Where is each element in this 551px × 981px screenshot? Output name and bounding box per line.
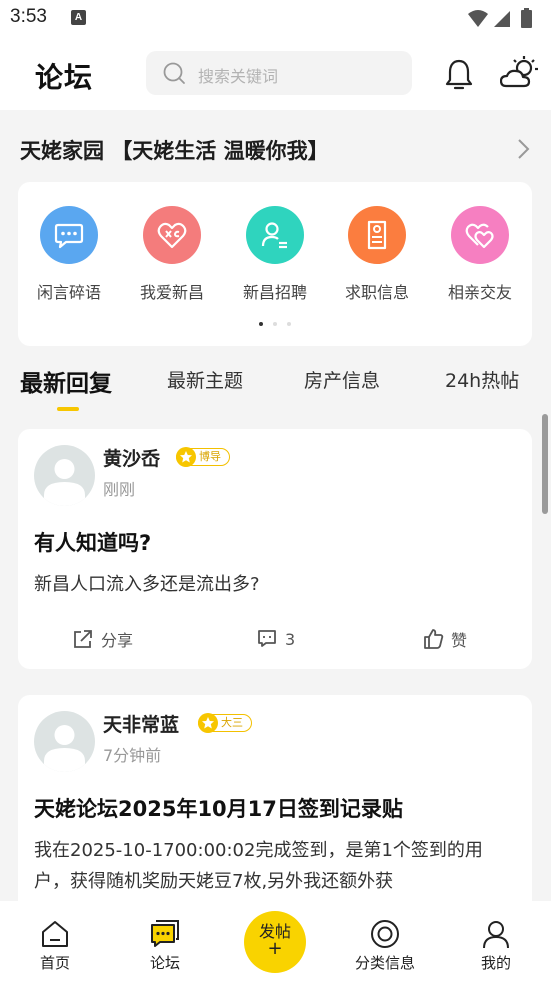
search-input[interactable]: 搜索关键词	[146, 51, 412, 95]
page-dot	[259, 322, 263, 326]
page-indicator	[18, 322, 532, 326]
tab-indicator	[57, 407, 79, 411]
home-icon	[42, 921, 68, 947]
publish-label: 发帖	[258, 922, 291, 941]
star-icon	[198, 713, 218, 733]
status-bar: 3:53 A	[0, 0, 551, 38]
nav-forum[interactable]: 论坛	[125, 919, 205, 973]
tab-real-estate[interactable]: 房产信息	[304, 366, 380, 393]
chevron-right-icon	[518, 139, 530, 159]
nav-label: 我的	[480, 954, 511, 972]
comment-icon	[258, 630, 276, 647]
nav-label: 论坛	[149, 954, 180, 972]
publish-button[interactable]: 发帖 +	[244, 911, 306, 973]
share-button[interactable]: 分享	[72, 627, 133, 651]
target-icon	[371, 920, 399, 948]
author-name[interactable]: 天非常蓝	[103, 710, 179, 737]
comment-button[interactable]: 3	[256, 627, 295, 649]
category-item-dating[interactable]: 相亲交友	[435, 206, 525, 303]
category-item-job-seeking[interactable]: 求职信息	[332, 206, 422, 303]
bottom-nav: 首页 论坛 发帖 + 分类信息 我的	[0, 901, 551, 981]
chat-icon	[40, 206, 98, 264]
category-label: 相亲交友	[447, 283, 512, 302]
share-label: 分享	[101, 631, 134, 650]
category-card: 闲言碎语 我爱新昌 新昌招聘 求职信息 相亲交友	[18, 182, 532, 346]
community-banner[interactable]: 天姥家园 【天姥生活 温暖你我】	[0, 110, 551, 182]
tab-latest-reply[interactable]: 最新回复	[20, 364, 112, 398]
scrollbar[interactable]	[542, 414, 548, 514]
category-label: 闲言碎语	[36, 283, 101, 302]
double-heart-icon	[451, 206, 509, 264]
user-level-badge: 博导	[176, 447, 230, 467]
avatar[interactable]	[34, 445, 95, 506]
category-label: 求职信息	[344, 283, 409, 302]
category-item-love-xinchang[interactable]: 我爱新昌	[127, 206, 217, 303]
post-time: 刚刚	[103, 480, 136, 499]
post-title: 天姥论坛2025年10月17日签到记录贴	[34, 797, 403, 821]
header: 论坛 搜索关键词	[0, 38, 551, 110]
author-name[interactable]: 黄沙岙	[103, 444, 160, 471]
nav-label: 首页	[39, 954, 70, 972]
post-time: 7分钟前	[103, 746, 162, 765]
search-icon	[163, 62, 185, 84]
nav-home[interactable]: 首页	[15, 919, 95, 973]
comment-count: 3	[285, 630, 296, 649]
post-card[interactable]: 黄沙岙 博导 刚刚 有人知道吗? 新昌人口流入多还是流出多? 分享 3 赞	[18, 429, 532, 669]
tab-bar: 最新回复 最新主题 房产信息 24h热帖	[0, 352, 551, 414]
bell-icon[interactable]	[444, 58, 474, 90]
status-time: 3:53	[10, 6, 47, 27]
notification-icon: A	[71, 10, 86, 25]
category-label: 新昌招聘	[242, 283, 307, 302]
page-title: 论坛	[35, 61, 94, 94]
document-icon	[348, 206, 406, 264]
nav-mine[interactable]: 我的	[456, 919, 536, 973]
category-item-chat[interactable]: 闲言碎语	[24, 206, 114, 303]
thumbs-up-icon	[424, 629, 444, 649]
user-level-badge: 大三	[198, 713, 252, 733]
nav-label: 分类信息	[354, 954, 415, 972]
search-placeholder: 搜索关键词	[198, 67, 279, 86]
like-label: 赞	[451, 631, 468, 650]
badge-label: 大三	[221, 716, 243, 729]
heart-icon	[143, 206, 201, 264]
category-label: 我爱新昌	[139, 283, 204, 302]
nav-category-info[interactable]: 分类信息	[345, 919, 425, 973]
share-icon	[74, 630, 92, 648]
page-dot	[273, 322, 277, 326]
status-indicators-icon	[468, 8, 532, 28]
tab-latest-topic[interactable]: 最新主题	[167, 366, 243, 393]
post-card[interactable]: 天非常蓝 大三 7分钟前 天姥论坛2025年10月17日签到记录贴 我在2025…	[18, 695, 532, 935]
user-icon	[483, 921, 509, 949]
forum-icon	[151, 920, 179, 947]
post-body: 新昌人口流入多还是流出多?	[34, 574, 260, 595]
post-body: 我在2025-10-1700:00:02完成签到，是第1个签到的用户，获得随机奖…	[34, 840, 483, 892]
plus-icon: +	[267, 938, 283, 959]
category-item-recruitment[interactable]: 新昌招聘	[230, 206, 320, 303]
page-dot	[287, 322, 291, 326]
badge-label: 博导	[199, 450, 221, 463]
person-card-icon	[246, 206, 304, 264]
community-title: 天姥家园 【天姥生活 温暖你我】	[20, 139, 329, 163]
like-button[interactable]: 赞	[422, 627, 467, 651]
post-title: 有人知道吗?	[34, 531, 152, 555]
avatar[interactable]	[34, 711, 95, 772]
weather-icon[interactable]	[500, 56, 540, 90]
tab-24h-hot[interactable]: 24h热帖	[445, 366, 519, 393]
star-icon	[176, 447, 196, 467]
post-actions: 分享 3 赞	[18, 625, 532, 657]
